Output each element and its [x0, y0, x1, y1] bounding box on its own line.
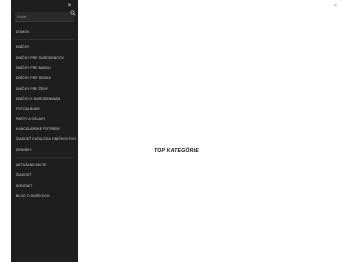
nav-item-secondary[interactable]: KONTAKT — [16, 184, 32, 188]
nav-item-secondary[interactable]: AKTUÁLNE AKCIE — [16, 163, 46, 167]
search-input[interactable] — [17, 12, 61, 21]
nav-item-category[interactable]: DNÍČKY PRE DEDKA — [16, 76, 51, 80]
divider — [15, 39, 74, 40]
nav-item-home[interactable]: DOMOV — [16, 30, 29, 34]
search-icon[interactable] — [70, 10, 76, 16]
search-box — [15, 12, 74, 22]
nav-item-secondary[interactable]: ŽIADOSŤ — [16, 173, 31, 177]
nav-item-category[interactable]: DENNÍKY — [16, 148, 32, 152]
nav-item-category[interactable]: ŽIADOSŤ KATALÓGU DNÍČKOVÝCH — [16, 137, 76, 141]
close-drawer-button[interactable]: × — [66, 3, 73, 10]
nav-item-secondary[interactable]: BLOG O DNÍČKOCH — [16, 194, 50, 198]
nav-item-category[interactable]: KANCELÁRSKE POTREBY — [16, 127, 60, 131]
nav-item-category[interactable]: DNÍČKY PRE ŽENY — [16, 87, 48, 91]
close-icon[interactable]: × — [334, 4, 337, 9]
divider — [15, 157, 74, 158]
nav-item-category[interactable]: DNÍČKY PRE BABKU — [16, 66, 51, 70]
nav-item-category[interactable]: DNÍČKY — [16, 45, 29, 49]
side-drawer: × DOMOV DNÍČKY DNÍČKY PRE SÚRODENCOV DNÍ… — [11, 0, 78, 262]
nav-item-category[interactable]: FOTOALBUMY — [16, 107, 40, 111]
page-title: TOP KATEGÓRIE — [154, 148, 199, 154]
nav-item-category[interactable]: DNÍČKY K NARODENINÁM — [16, 97, 60, 101]
page: × DOMOV DNÍČKY DNÍČKY PRE SÚRODENCOV DNÍ… — [0, 0, 350, 262]
close-icon: × — [67, 3, 72, 9]
nav-item-category[interactable]: DNÍČKY PRE SÚRODENCOV — [16, 56, 64, 60]
nav-item-category[interactable]: PARTY A OSLAVY — [16, 117, 45, 121]
